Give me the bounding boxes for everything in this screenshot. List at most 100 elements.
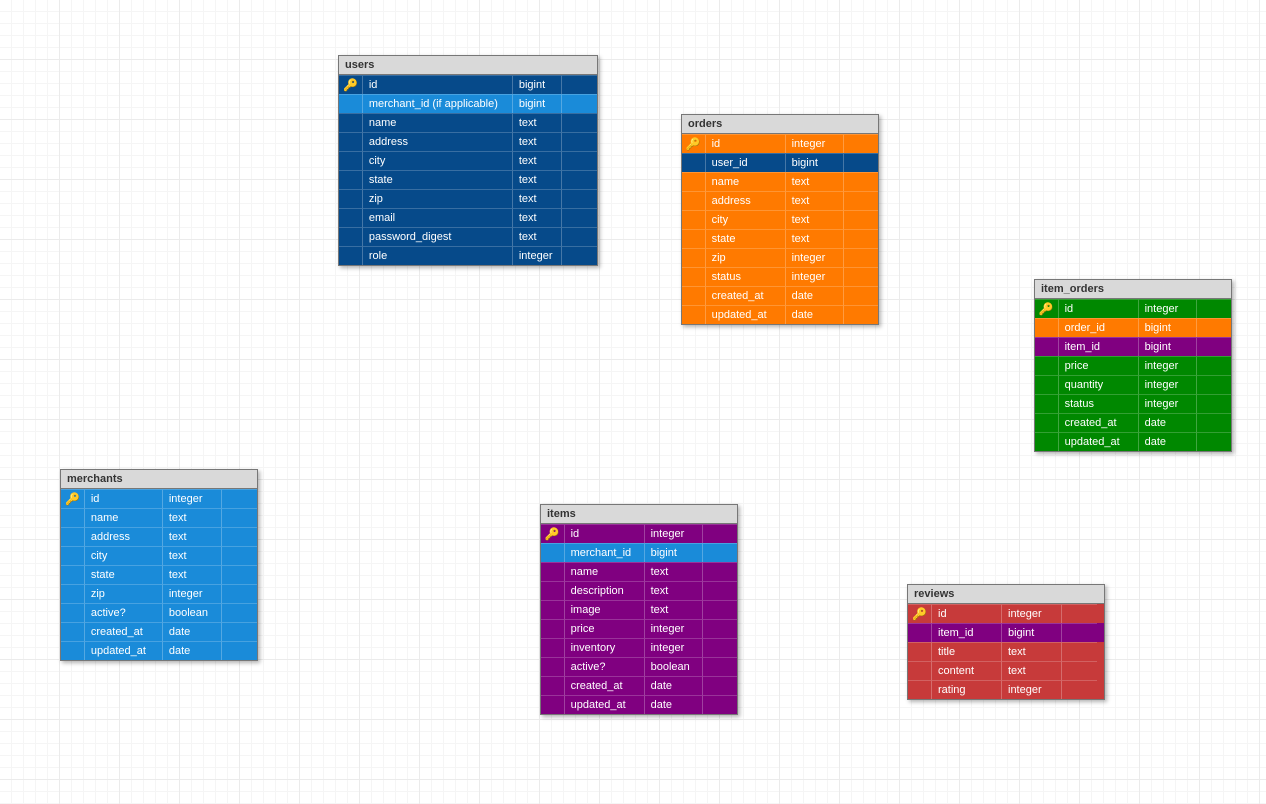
table-row[interactable]: emailtext: [339, 208, 597, 227]
table-row[interactable]: user_idbigint: [682, 153, 878, 172]
table-row[interactable]: active?boolean: [61, 603, 257, 622]
table-row[interactable]: created_atdate: [1035, 413, 1231, 432]
table-row[interactable]: ratinginteger: [908, 680, 1104, 699]
table-row[interactable]: descriptiontext: [541, 581, 737, 600]
table-row[interactable]: created_atdate: [541, 676, 737, 695]
table-row[interactable]: updated_atdate: [682, 305, 878, 324]
table-row[interactable]: item_idbigint: [908, 623, 1104, 642]
table-merchants[interactable]: merchants🔑idintegernametextaddresstextci…: [60, 469, 258, 661]
key-cell: 🔑: [61, 489, 85, 508]
spacer: [562, 75, 597, 94]
table-row[interactable]: order_idbigint: [1035, 318, 1231, 337]
table-header[interactable]: item_orders: [1035, 280, 1231, 299]
spacer: [562, 227, 597, 246]
table-row[interactable]: updated_atdate: [541, 695, 737, 714]
table-row[interactable]: 🔑idinteger: [908, 604, 1104, 623]
table-row[interactable]: updated_atdate: [61, 641, 257, 660]
column-name: quantity: [1059, 375, 1139, 394]
table-row[interactable]: titletext: [908, 642, 1104, 661]
column-name: id: [932, 604, 1002, 623]
table-row[interactable]: addresstext: [339, 132, 597, 151]
key-cell: [682, 172, 706, 191]
table-row[interactable]: imagetext: [541, 600, 737, 619]
table-row[interactable]: 🔑idbigint: [339, 75, 597, 94]
primary-key-icon: 🔑: [545, 528, 560, 540]
table-row[interactable]: created_atdate: [682, 286, 878, 305]
table-row[interactable]: inventoryinteger: [541, 638, 737, 657]
table-orders[interactable]: orders🔑idintegeruser_idbigintnametextadd…: [681, 114, 879, 325]
table-row[interactable]: citytext: [339, 151, 597, 170]
key-cell: [61, 508, 85, 527]
table-row[interactable]: statetext: [339, 170, 597, 189]
column-name: item_id: [932, 623, 1002, 642]
table-row[interactable]: 🔑idinteger: [541, 524, 737, 543]
column-name: updated_at: [565, 695, 645, 714]
table-items[interactable]: items🔑idintegermerchant_idbigintnametext…: [540, 504, 738, 715]
table-row[interactable]: citytext: [61, 546, 257, 565]
table-row[interactable]: citytext: [682, 210, 878, 229]
table-row[interactable]: addresstext: [61, 527, 257, 546]
table-row[interactable]: password_digesttext: [339, 227, 597, 246]
column-name: name: [85, 508, 163, 527]
table-row[interactable]: nametext: [61, 508, 257, 527]
column-type: text: [513, 170, 562, 189]
table-row[interactable]: updated_atdate: [1035, 432, 1231, 451]
table-row[interactable]: merchant_id (if applicable)bigint: [339, 94, 597, 113]
table-row[interactable]: nametext: [682, 172, 878, 191]
table-header[interactable]: merchants: [61, 470, 257, 489]
table-header[interactable]: users: [339, 56, 597, 75]
table-header[interactable]: orders: [682, 115, 878, 134]
table-users[interactable]: users🔑idbigintmerchant_id (if applicable…: [338, 55, 598, 266]
column-name: inventory: [565, 638, 645, 657]
table-row[interactable]: addresstext: [682, 191, 878, 210]
column-type: text: [513, 208, 562, 227]
table-reviews[interactable]: reviews🔑idintegeritem_idbiginttitletextc…: [907, 584, 1105, 700]
spacer: [1062, 642, 1097, 661]
table-row[interactable]: 🔑idinteger: [61, 489, 257, 508]
table-row[interactable]: created_atdate: [61, 622, 257, 641]
key-cell: [1035, 413, 1059, 432]
table-header[interactable]: items: [541, 505, 737, 524]
column-type: date: [163, 641, 222, 660]
key-cell: [908, 661, 932, 680]
key-cell: [682, 191, 706, 210]
table-row[interactable]: statusinteger: [682, 267, 878, 286]
column-type: boolean: [163, 603, 222, 622]
table-row[interactable]: merchant_idbigint: [541, 543, 737, 562]
column-name: price: [1059, 356, 1139, 375]
table-row[interactable]: statetext: [61, 565, 257, 584]
spacer: [844, 172, 878, 191]
table-row[interactable]: quantityinteger: [1035, 375, 1231, 394]
table-row[interactable]: zipinteger: [61, 584, 257, 603]
column-name: title: [932, 642, 1002, 661]
key-cell: [682, 210, 706, 229]
table-row[interactable]: nametext: [541, 562, 737, 581]
table-item_orders[interactable]: item_orders🔑idintegerorder_idbigintitem_…: [1034, 279, 1232, 452]
column-name: state: [85, 565, 163, 584]
table-row[interactable]: nametext: [339, 113, 597, 132]
table-row[interactable]: 🔑idinteger: [682, 134, 878, 153]
table-row[interactable]: statusinteger: [1035, 394, 1231, 413]
key-cell: [682, 286, 706, 305]
table-row[interactable]: item_idbigint: [1035, 337, 1231, 356]
table-row[interactable]: roleinteger: [339, 246, 597, 265]
table-row[interactable]: zipinteger: [682, 248, 878, 267]
diagram-canvas[interactable]: users🔑idbigintmerchant_id (if applicable…: [0, 0, 1266, 804]
table-row[interactable]: statetext: [682, 229, 878, 248]
column-type: text: [645, 581, 703, 600]
key-cell: [541, 600, 565, 619]
table-row[interactable]: priceinteger: [541, 619, 737, 638]
column-name: address: [706, 191, 786, 210]
spacer: [703, 581, 737, 600]
spacer: [1197, 432, 1231, 451]
table-row[interactable]: 🔑idinteger: [1035, 299, 1231, 318]
column-type: date: [645, 695, 703, 714]
table-header[interactable]: reviews: [908, 585, 1104, 604]
table-row[interactable]: ziptext: [339, 189, 597, 208]
column-type: integer: [786, 248, 844, 267]
column-name: email: [363, 208, 513, 227]
table-row[interactable]: active?boolean: [541, 657, 737, 676]
table-row[interactable]: priceinteger: [1035, 356, 1231, 375]
table-row[interactable]: contenttext: [908, 661, 1104, 680]
key-cell: [339, 113, 363, 132]
